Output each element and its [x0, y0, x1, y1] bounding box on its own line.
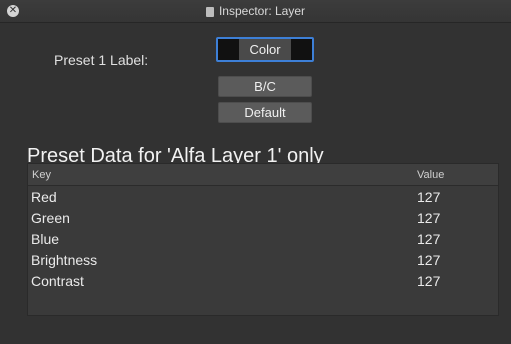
preset-label: Preset 1 Label:	[54, 52, 149, 68]
table-row[interactable]: Red 127	[28, 186, 498, 207]
row-key: Red	[31, 189, 57, 205]
column-header-value[interactable]: Value	[417, 169, 444, 181]
window-title: Inspector: Layer	[218, 4, 306, 18]
row-value: 127	[417, 189, 441, 205]
column-header-key[interactable]: Key	[32, 169, 51, 181]
preset-bc-button[interactable]: B/C	[218, 76, 312, 97]
row-value: 127	[417, 252, 441, 268]
row-key: Blue	[31, 231, 60, 247]
title-bar: ✕ Inspector: Layer	[0, 0, 511, 23]
row-value: 127	[417, 231, 441, 247]
preset-color-button[interactable]: Color	[216, 37, 314, 62]
table-row[interactable]: Blue 127	[28, 228, 498, 249]
row-key: Brightness	[31, 252, 98, 268]
close-icon[interactable]: ✕	[7, 5, 19, 17]
row-value: 127	[417, 210, 441, 226]
document-icon	[205, 7, 214, 17]
inspector-window: ✕ Inspector: Layer Preset 1 Label: Color…	[0, 0, 511, 344]
row-key: Contrast	[31, 273, 84, 289]
preset-default-button[interactable]: Default	[218, 102, 312, 123]
preset-color-label: Color	[239, 39, 291, 60]
table-header: Key Value	[28, 164, 498, 186]
row-key: Green	[31, 210, 70, 226]
row-value: 127	[417, 273, 441, 289]
table-row[interactable]: Green 127	[28, 207, 498, 228]
table-row[interactable]: Brightness 127	[28, 249, 498, 270]
preset-data-table: Key Value Red 127 Green 127 Blue 127 Bri…	[27, 163, 499, 316]
table-row[interactable]: Contrast 127	[28, 270, 498, 291]
